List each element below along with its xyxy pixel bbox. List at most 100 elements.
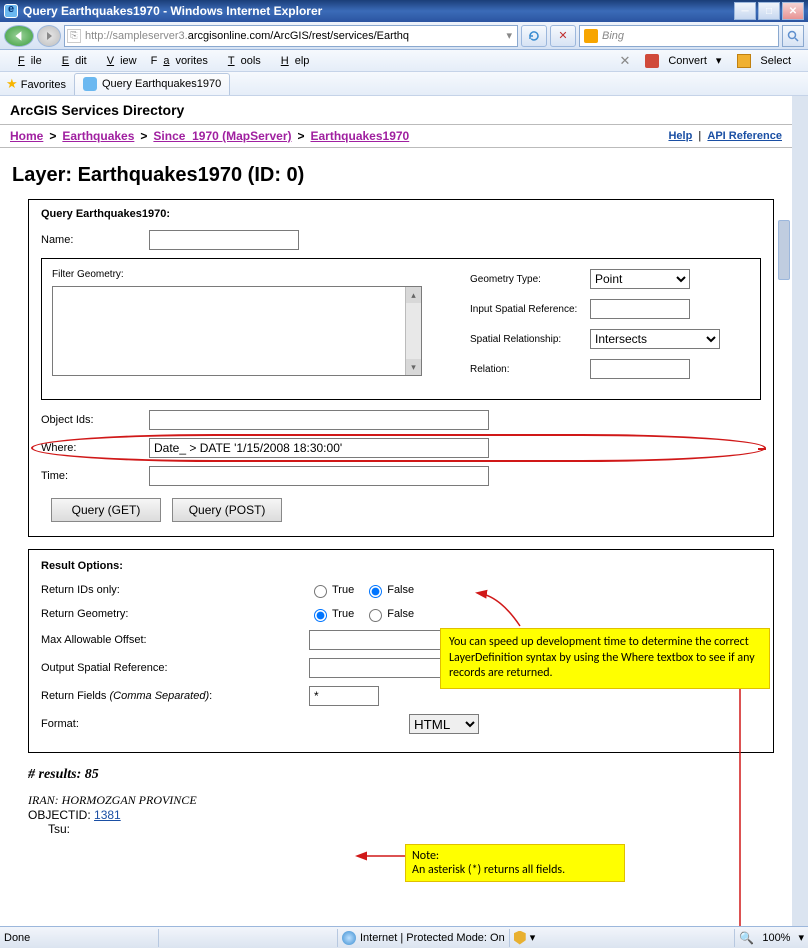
status-bar: Done Internet | Protected Mode: On ▾ 🔍 1… <box>0 926 808 948</box>
max-offset-label: Max Allowable Offset: <box>41 634 241 646</box>
layer-title: Layer: Earthquakes1970 (ID: 0) <box>0 148 792 199</box>
relation-input[interactable] <box>590 359 690 379</box>
address-bar[interactable]: ⎘ http://sampleserver3.arcgisonline.com/… <box>64 25 518 47</box>
directory-header: ArcGIS Services Directory <box>0 96 792 125</box>
minimize-button[interactable]: ─ <box>734 2 756 20</box>
return-geom-true[interactable]: True <box>309 606 354 622</box>
where-input[interactable] <box>149 438 489 458</box>
results-count: # results: 85 <box>28 767 792 783</box>
name-label: Name: <box>41 234 141 246</box>
spatial-rel-label: Spatial Relationship: <box>470 334 590 345</box>
annotation-callout-where: You can speed up development time to det… <box>440 628 770 689</box>
relation-label: Relation: <box>470 364 590 375</box>
menu-edit[interactable]: Edit <box>50 53 93 69</box>
menu-favorites[interactable]: Favorites <box>145 53 214 69</box>
return-ids-true[interactable]: True <box>309 582 354 598</box>
nav-toolbar: ⎘ http://sampleserver3.arcgisonline.com/… <box>0 22 808 50</box>
filter-geometry-textarea[interactable]: ▴▾ <box>52 286 422 376</box>
api-reference-link[interactable]: API Reference <box>707 130 782 142</box>
query-form-title: Query Earthquakes1970: <box>41 208 761 220</box>
breadcrumb-since1970[interactable]: Since_1970 (MapServer) <box>153 129 291 143</box>
toolbar-close-icon[interactable]: ✕ <box>615 53 634 69</box>
tab-ie-icon <box>83 77 97 91</box>
return-geom-label: Return Geometry: <box>41 608 241 620</box>
page-viewport: ArcGIS Services Directory Home > Earthqu… <box>0 96 808 926</box>
select-button[interactable]: Select <box>732 51 802 71</box>
convert-icon <box>645 54 659 68</box>
format-select[interactable]: HTML <box>409 714 479 734</box>
return-fields-input[interactable] <box>309 686 379 706</box>
menu-tools[interactable]: Tools <box>216 53 267 69</box>
query-post-button[interactable]: Query (POST) <box>172 498 282 522</box>
breadcrumb-layer[interactable]: Earthquakes1970 <box>311 129 410 143</box>
address-dropdown-icon[interactable]: ▾ <box>503 29 515 42</box>
page-icon: ⎘ <box>67 29 81 43</box>
result-options-title: Result Options: <box>41 560 761 572</box>
return-geom-false[interactable]: False <box>364 606 414 622</box>
breadcrumb-earthquakes[interactable]: Earthquakes <box>62 129 134 143</box>
tsu-label: Tsu: <box>28 822 792 836</box>
return-ids-false[interactable]: False <box>364 582 414 598</box>
time-input[interactable] <box>149 466 489 486</box>
back-button[interactable] <box>4 25 34 47</box>
menu-view[interactable]: View <box>95 53 143 69</box>
forward-button[interactable] <box>37 25 61 47</box>
search-placeholder: Bing <box>602 30 624 42</box>
status-done: Done <box>4 932 154 944</box>
window-titlebar: Query Earthquakes1970 - Windows Internet… <box>0 0 808 22</box>
query-get-button[interactable]: Query (GET) <box>51 498 161 522</box>
objectid-link[interactable]: 1381 <box>94 808 121 822</box>
maximize-button[interactable]: □ <box>758 2 780 20</box>
objectid-label: OBJECTID: <box>28 808 91 822</box>
page-scrollbar[interactable] <box>778 220 790 280</box>
input-sr-input[interactable] <box>590 299 690 319</box>
annotation-callout-asterisk: Note: An asterisk (*) returns all fields… <box>405 844 625 882</box>
menu-file[interactable]: File <box>6 53 48 69</box>
tab-title: Query Earthquakes1970 <box>102 78 221 90</box>
out-sr-label: Output Spatial Reference: <box>41 662 241 674</box>
help-link[interactable]: Help <box>668 130 692 142</box>
zoom-dropdown-icon[interactable]: ▾ <box>798 931 804 944</box>
breadcrumb: Home > Earthquakes > Since_1970 (MapServ… <box>0 125 792 148</box>
bing-icon <box>584 29 598 43</box>
zoom-level[interactable]: 100% <box>758 932 794 944</box>
time-label: Time: <box>41 470 141 482</box>
refresh-button[interactable] <box>521 25 547 47</box>
input-sr-label: Input Spatial Reference: <box>470 304 590 315</box>
search-box[interactable]: Bing <box>579 25 779 47</box>
textarea-scrollbar[interactable]: ▴▾ <box>405 287 421 375</box>
where-label: Where: <box>41 442 141 454</box>
favorites-bar: ★ Favorites Query Earthquakes1970 <box>0 72 808 96</box>
convert-button[interactable]: Convert ▾ <box>640 51 726 71</box>
return-ids-label: Return IDs only: <box>41 584 241 596</box>
zoom-icon[interactable]: 🔍 <box>739 931 754 945</box>
objectids-label: Object Ids: <box>41 414 141 426</box>
close-button[interactable]: ✕ <box>782 2 804 20</box>
ie-icon <box>4 4 18 18</box>
select-icon <box>737 54 751 68</box>
menu-help[interactable]: Help <box>269 53 316 69</box>
search-go-button[interactable] <box>782 25 804 47</box>
stop-button[interactable]: ✕ <box>550 25 576 47</box>
window-title: Query Earthquakes1970 - Windows Internet… <box>23 4 322 18</box>
out-sr-input[interactable] <box>309 658 459 678</box>
objectids-input[interactable] <box>149 410 489 430</box>
geometry-type-label: Geometry Type: <box>470 274 590 285</box>
max-offset-input[interactable] <box>309 630 459 650</box>
geometry-type-select[interactable]: Point <box>590 269 690 289</box>
favorites-button[interactable]: ★ Favorites <box>6 76 66 92</box>
filter-geometry-label: Filter Geometry: <box>52 269 460 280</box>
query-form: Query Earthquakes1970: Name: Filter Geom… <box>28 199 774 537</box>
name-input[interactable] <box>149 230 299 250</box>
url-text: http://sampleserver3.arcgisonline.com/Ar… <box>85 30 503 42</box>
internet-zone-icon <box>342 931 356 945</box>
breadcrumb-home[interactable]: Home <box>10 129 43 143</box>
star-icon: ★ <box>6 76 18 91</box>
menu-bar: File Edit View Favorites Tools Help ✕ Co… <box>0 50 808 72</box>
spatial-rel-select[interactable]: Intersects <box>590 329 720 349</box>
filter-geometry-group: Filter Geometry: ▴▾ Geometry Type: Point… <box>41 258 761 400</box>
protected-mode-icon[interactable] <box>514 931 526 945</box>
browser-tab[interactable]: Query Earthquakes1970 <box>74 73 230 95</box>
format-label: Format: <box>41 718 241 730</box>
result-name: IRAN: HORMOZGAN PROVINCE <box>28 793 792 808</box>
